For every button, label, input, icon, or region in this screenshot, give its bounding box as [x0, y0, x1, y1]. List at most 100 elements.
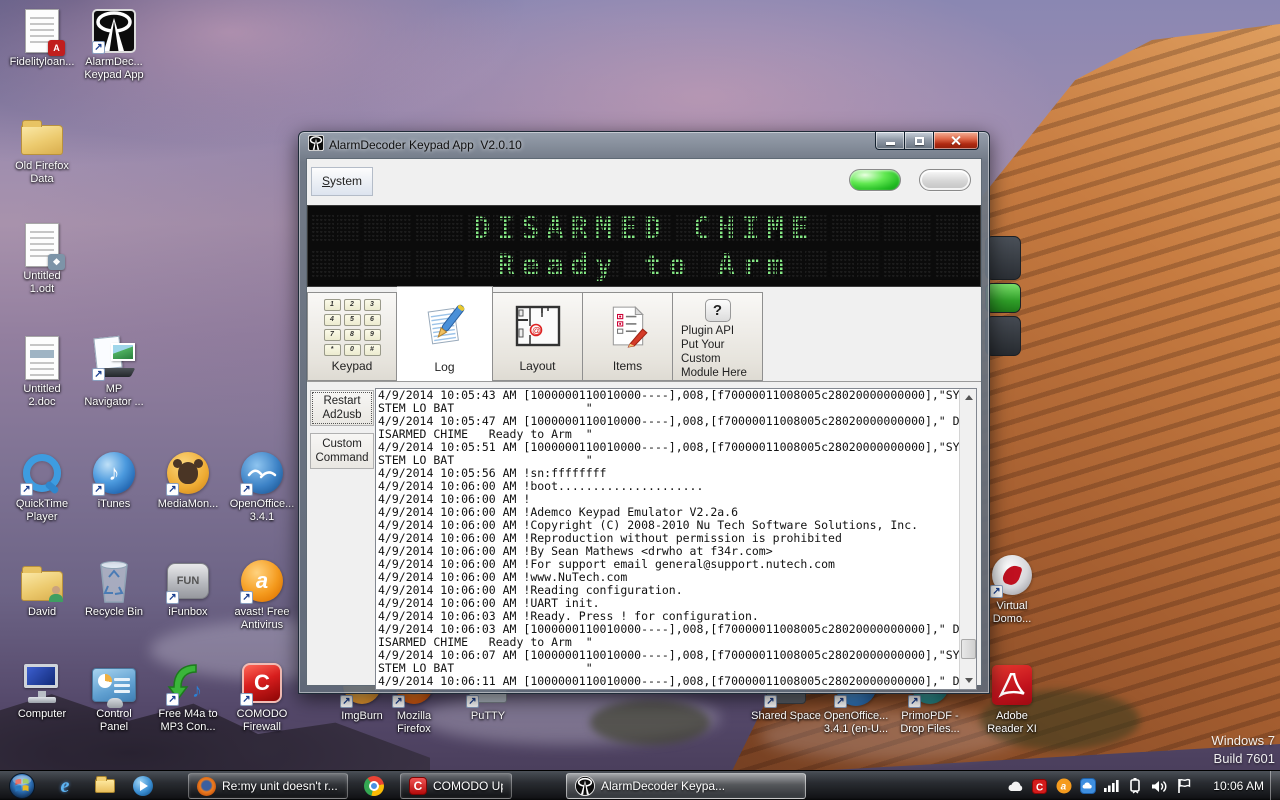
desktop-icon-label: Mozilla Firefox	[397, 710, 431, 736]
shortcut-arrow-icon: ↗	[92, 41, 105, 54]
custom-command-button[interactable]: Custom Command	[310, 433, 374, 469]
shortcut-arrow-icon: ↗	[20, 483, 33, 496]
desktop-icon-mp-navigator[interactable]: ↗MP Navigator ...	[78, 335, 150, 409]
show-desktop-button[interactable]	[1270, 771, 1280, 800]
comodo-icon: C	[409, 777, 427, 795]
start-button[interactable]	[8, 772, 36, 800]
desktop-icon-computer[interactable]: Computer	[6, 660, 78, 721]
mini-keypad: 123456789*0#	[324, 299, 381, 356]
shortcut-arrow-icon: ↗	[240, 483, 253, 496]
display-line2: Ready to Arm	[308, 248, 980, 282]
shortcut-arrow-icon: ↗	[92, 483, 105, 496]
desktop-icon-fidelityloan[interactable]: AFidelityloan...	[6, 8, 78, 69]
desktop-icon-label: Computer	[18, 708, 66, 721]
shortcut-arrow-icon: ↗	[908, 695, 921, 708]
gadget-segment-green	[985, 283, 1021, 313]
alarmdecoder-window: AlarmDecoder Keypad App V2.0.10 System D…	[298, 131, 990, 694]
desktop-icon-old-firefox-data[interactable]: Old Firefox Data	[6, 112, 78, 186]
desktop-icon-free-m4a[interactable]: ♪↗Free M4a to MP3 Con...	[152, 660, 224, 734]
desktop-icon-openoffice[interactable]: ↗OpenOffice... 3.4.1	[226, 450, 298, 524]
tab-strip: 123456789*0#Keypad Log @LayoutItems?Plugin…	[307, 287, 981, 382]
mini-key: 6	[364, 314, 381, 326]
tab-items[interactable]: Items	[583, 292, 673, 381]
mini-key: 8	[344, 329, 361, 341]
log-text: 4/9/2014 10:05:43 AM [1000000110010000--…	[378, 389, 960, 690]
avast-tray-icon[interactable]: a	[1055, 778, 1072, 795]
mini-key: 4	[324, 314, 341, 326]
scroll-thumb[interactable]	[961, 639, 976, 659]
folder-icon	[19, 112, 65, 158]
desktop-icon-quicktime-player[interactable]: ↗QuickTime Player	[6, 450, 78, 524]
taskbar-clock[interactable]: 10:06 AM	[1213, 771, 1264, 800]
usb-tray-icon[interactable]	[1127, 778, 1144, 795]
window-title: AlarmDecoder Keypad App V2.0.10	[329, 138, 522, 152]
taskbar: e Re:my unit doesn't r... CCOMODO Update A…	[0, 770, 1280, 800]
tab-keypad[interactable]: 123456789*0#Keypad	[307, 292, 397, 381]
sidebar-gadget[interactable]	[985, 236, 1021, 359]
quicktime-icon: ↗	[19, 450, 65, 496]
shortcut-arrow-icon: ↗	[392, 695, 405, 708]
log-scrollbar[interactable]	[959, 389, 976, 689]
odt-doc-icon: ❖	[19, 222, 65, 268]
desktop-icon-itunes[interactable]: ♪↗iTunes	[78, 450, 150, 511]
gadget-segment	[985, 236, 1021, 280]
log-side-buttons: Restart Ad2usb Custom Command	[309, 388, 375, 694]
status-toggle-off[interactable]	[919, 169, 971, 191]
tab-log[interactable]: Log	[397, 286, 493, 381]
taskbar-button-comodo-task[interactable]: CCOMODO Update	[400, 773, 512, 799]
display-line1: DISARMED CHIME	[308, 211, 980, 245]
desktop-icon-recycle-bin[interactable]: Recycle Bin	[78, 558, 150, 619]
desktop-icon-label: iTunes	[98, 498, 131, 511]
desktop-icon-label: Virtual Domo...	[993, 600, 1032, 626]
desktop-icon-david[interactable]: David	[6, 558, 78, 619]
desktop-icon-avast[interactable]: a↗avast! Free Antivirus	[226, 558, 298, 632]
maximize-button[interactable]	[905, 132, 933, 150]
desktop-icon-label: OpenOffice... 3.4.1 (en-U...	[824, 710, 889, 736]
close-button[interactable]	[933, 132, 979, 150]
taskbar-media-player[interactable]	[130, 774, 156, 798]
backup-cloud-icon[interactable]	[1007, 778, 1024, 795]
volume-tray-icon[interactable]	[1151, 778, 1168, 795]
taskbar-button-alarmdecoder-task[interactable]: AlarmDecoder Keypa...	[566, 773, 806, 799]
status-toggles	[849, 169, 971, 191]
taskbar-windows-explorer[interactable]	[92, 774, 118, 798]
desktop-icon-untitled-1[interactable]: ❖Untitled 1.odt	[6, 222, 78, 296]
desktop-icon-mediamonkey[interactable]: ↗MediaMon...	[152, 450, 224, 511]
shortcut-arrow-icon: ↗	[990, 585, 1003, 598]
watermark-line1: Windows 7	[1211, 732, 1275, 750]
network-tray-icon[interactable]	[1103, 778, 1120, 795]
scroll-down-button[interactable]	[960, 672, 977, 689]
restart-ad2usb-button[interactable]: Restart Ad2usb	[310, 390, 374, 426]
status-toggle-on[interactable]	[849, 169, 901, 191]
taskbar-internet-explorer[interactable]: e	[52, 774, 78, 798]
comodo-tray-icon[interactable]: C	[1031, 778, 1048, 795]
avast-icon: a↗	[239, 558, 285, 604]
shortcut-arrow-icon: ↗	[92, 368, 105, 381]
skydrive-tray-icon[interactable]	[1079, 778, 1096, 795]
shortcut-arrow-icon: ↗	[166, 693, 179, 706]
desktop-icon-label: Shared Space	[751, 710, 821, 723]
shortcut-arrow-icon: ↗	[340, 695, 353, 708]
svg-text:a: a	[1060, 782, 1066, 793]
desktop-icon-untitled-2[interactable]: Untitled 2.doc	[6, 335, 78, 409]
menu-system[interactable]: System	[311, 167, 373, 196]
plugin-tab-label: Plugin API Put Your Custom Module Here	[673, 324, 747, 380]
tab-layout[interactable]: @Layout	[493, 292, 583, 381]
tab-plugin[interactable]: ?Plugin API Put Your Custom Module Here	[673, 292, 763, 381]
window-icon	[308, 135, 324, 156]
desktop-icon-ifunbox[interactable]: FUN↗iFunbox	[152, 558, 224, 619]
desktop-icon-alarmdecoder-app[interactable]: ↗AlarmDec... Keypad App	[78, 8, 150, 82]
mini-key: 2	[344, 299, 361, 311]
action-center-tray-icon[interactable]	[1175, 778, 1192, 795]
minimize-button[interactable]	[875, 132, 905, 150]
windows-build-watermark: Windows 7 Build 7601	[1211, 732, 1275, 768]
log-output[interactable]: 4/9/2014 10:05:43 AM [1000000110010000--…	[375, 388, 977, 690]
taskbar-button-firefox-task[interactable]: Re:my unit doesn't r...	[188, 773, 348, 799]
tab-label-log: Log	[434, 360, 454, 381]
desktop-icon-control-panel[interactable]: Control Panel	[78, 660, 150, 734]
desktop-icon-comodo-firewall[interactable]: C↗COMODO Firewall	[226, 660, 298, 734]
plugin-help-icon: ?	[705, 299, 731, 322]
recycle-icon	[91, 558, 137, 604]
taskbar-button-chrome-task[interactable]	[360, 773, 388, 799]
scroll-up-button[interactable]	[960, 389, 977, 406]
